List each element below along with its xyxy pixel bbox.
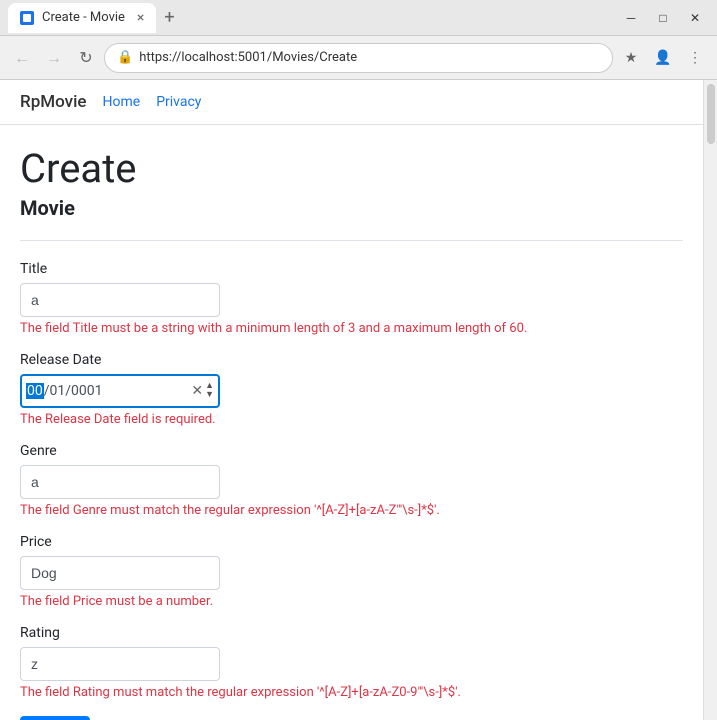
url-bar[interactable]: 🔒 https://localhost:5001/Movies/Create <box>104 43 613 73</box>
active-tab[interactable]: Create - Movie × <box>8 3 156 33</box>
tab-favicon <box>20 11 34 25</box>
genre-field-group: Genre The field Genre must match the reg… <box>20 443 683 518</box>
price-field-group: Price The field Price must be a number. <box>20 534 683 609</box>
rating-input[interactable] <box>20 647 220 681</box>
date-clear-button[interactable]: ✕ <box>191 383 203 399</box>
browser-window: Create - Movie × + ─ □ ✕ ← → ↻ 🔒 https:/… <box>0 0 717 720</box>
genre-input[interactable] <box>20 465 220 499</box>
title-field-group: Title The field Title must be a string w… <box>20 261 683 336</box>
main-content: Create Movie Title The field Title must … <box>0 125 703 720</box>
release-date-input-wrapper[interactable]: 00/01/0001 ✕ ▲ ▼ <box>20 374 220 408</box>
brand-logo[interactable]: RpMovie <box>20 92 87 112</box>
profile-icon[interactable]: 👤 <box>649 44 677 72</box>
date-down-button[interactable]: ▼ <box>205 391 214 400</box>
page-content: RpMovie Home Privacy Create Movie Title … <box>0 80 703 720</box>
tab-title: Create - Movie <box>42 10 125 25</box>
page-subtitle: Movie <box>20 196 683 220</box>
release-date-label: Release Date <box>20 352 683 368</box>
price-label: Price <box>20 534 683 550</box>
nav-privacy[interactable]: Privacy <box>156 94 201 110</box>
title-input[interactable] <box>20 283 220 317</box>
bookmark-icon[interactable]: ★ <box>617 44 645 72</box>
title-label: Title <box>20 261 683 277</box>
nav-home[interactable]: Home <box>103 94 141 110</box>
address-bar: ← → ↻ 🔒 https://localhost:5001/Movies/Cr… <box>0 36 717 80</box>
lock-icon: 🔒 <box>117 50 133 65</box>
price-input[interactable] <box>20 556 220 590</box>
tab-bar: Create - Movie × + <box>8 3 617 33</box>
page-area: RpMovie Home Privacy Create Movie Title … <box>0 80 717 720</box>
rating-error: The field Rating must match the regular … <box>20 685 683 700</box>
genre-label: Genre <box>20 443 683 459</box>
release-date-error: The Release Date field is required. <box>20 412 683 427</box>
window-controls: ─ □ ✕ <box>617 7 709 29</box>
close-window-button[interactable]: ✕ <box>681 7 709 29</box>
address-icons: ★ 👤 ⋮ <box>617 44 709 72</box>
new-tab-button[interactable]: + <box>160 3 178 32</box>
url-text: https://localhost:5001/Movies/Create <box>139 50 600 65</box>
form-actions: Create <box>20 716 683 720</box>
create-button[interactable]: Create <box>20 716 90 720</box>
date-selected-part: 00 <box>26 383 44 399</box>
page-title: Create <box>20 145 683 192</box>
rating-field-group: Rating The field Rating must match the r… <box>20 625 683 700</box>
menu-icon[interactable]: ⋮ <box>681 44 709 72</box>
minimize-button[interactable]: ─ <box>617 7 645 29</box>
reload-button[interactable]: ↻ <box>72 44 100 72</box>
genre-error: The field Genre must match the regular e… <box>20 503 683 518</box>
rating-label: Rating <box>20 625 683 641</box>
date-spinner: ▲ ▼ <box>205 382 214 400</box>
release-date-text: 00/01/0001 <box>26 383 191 399</box>
title-bar: Create - Movie × + ─ □ ✕ <box>0 0 717 36</box>
section-divider <box>20 240 683 241</box>
back-nav-button[interactable]: ← <box>8 44 36 72</box>
title-error: The field Title must be a string with a … <box>20 321 683 336</box>
scrollbar-thumb[interactable] <box>707 84 715 144</box>
scrollbar <box>703 80 717 720</box>
tab-close-button[interactable]: × <box>137 10 144 26</box>
site-nav: RpMovie Home Privacy <box>0 80 703 125</box>
price-error: The field Price must be a number. <box>20 594 683 609</box>
maximize-button[interactable]: □ <box>649 7 677 29</box>
forward-nav-button[interactable]: → <box>40 44 68 72</box>
release-date-field-group: Release Date 00/01/0001 ✕ ▲ ▼ The Releas… <box>20 352 683 427</box>
